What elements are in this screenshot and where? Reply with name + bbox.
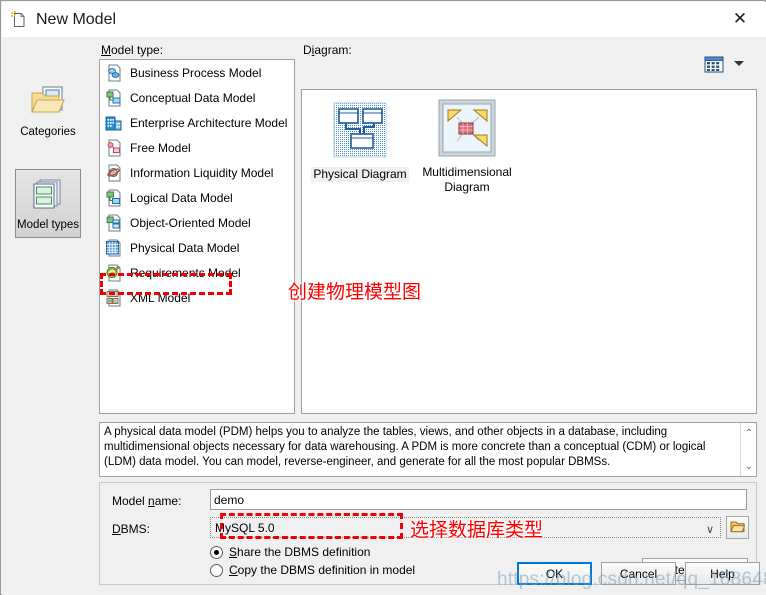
chevron-down-icon[interactable] [734,61,744,66]
model-type-item-label: Enterprise Architecture Model [130,115,288,130]
conceptual-data-icon [105,89,123,107]
model-type-label: Model type: [101,43,164,57]
model-type-item-business-process[interactable]: Business Process Model [100,60,294,85]
model-type-item-label: Physical Data Model [130,240,240,255]
model-name-label: Model name: [112,494,182,508]
diagram-item-label: Physical Diagram [311,167,409,182]
description-box: A physical data model (PDM) helps you to… [99,422,757,477]
scroll-up-icon[interactable]: ⌃ [741,425,757,441]
dbms-browse-button[interactable] [726,516,749,539]
model-type-item-conceptual-data[interactable]: Conceptual Data Model [100,85,294,110]
list-view-icon[interactable] [703,56,725,74]
object-oriented-icon [105,214,123,232]
radio-label: Copy the DBMS definition in model [229,563,416,577]
ok-button[interactable]: OK [517,562,592,585]
model-type-item-xml[interactable]: X M L XML Model [100,285,294,310]
requirements-icon [105,264,123,282]
new-document-icon [10,10,28,29]
help-button[interactable]: Help [685,562,760,585]
model-type-item-label: Conceptual Data Model [130,90,256,105]
free-model-icon [105,139,123,157]
title-bar: New Model ✕ [2,2,766,37]
dbms-selected-value: MySQL 5.0 [215,521,275,535]
folder-documents-icon [26,83,70,123]
model-type-item-requirements[interactable]: Requirements Model [100,260,294,285]
dialog-body: Categories Model types Model type: Diagr… [2,37,766,595]
category-rail: Categories Model types [2,37,95,557]
model-type-item-free-model[interactable]: Free Model [100,135,294,160]
model-type-item-label: Information Liquidity Model [130,165,274,180]
radio-label: Share the DBMS definition [229,545,371,559]
radio-copy-dbms-definition[interactable]: Copy the DBMS definition in model [210,563,415,577]
xml-model-icon: X M L [105,289,123,307]
dbms-label: DBMS: [112,522,151,536]
diagram-panel: Physical Diagram Multidimensional Diagra… [301,89,757,414]
information-liquidity-icon [105,164,123,182]
model-type-item-information-liquidity[interactable]: Information Liquidity Model [100,160,294,185]
model-type-item-physical-data[interactable]: Physical Data Model [100,235,294,260]
page-title: New Model [36,10,117,28]
model-type-item-label: Object-Oriented Model [130,215,251,230]
model-type-item-label: Business Process Model [130,65,262,80]
model-type-item-label: Free Model [130,140,191,155]
model-name-input[interactable] [210,489,747,510]
dbms-combo[interactable]: MySQL 5.0 ∨ [210,517,721,538]
diagram-item-multidimensional[interactable]: Multidimensional Diagram [413,97,521,195]
diagram-item-label: Multidimensional Diagram [422,165,512,194]
rail-item-label: Model types [16,219,79,231]
radio-indicator [210,545,223,559]
logical-data-icon [105,189,123,207]
stacked-windows-icon [26,176,70,216]
rail-item-model-types[interactable]: Model types [15,169,81,238]
radio-indicator [210,563,223,577]
enterprise-architecture-icon [105,114,123,132]
rail-item-categories[interactable]: Categories [15,83,81,139]
new-model-dialog: New Model ✕ Categories Model types Model… [0,0,766,595]
rail-item-label: Categories [20,126,76,138]
model-type-list[interactable]: Business Process Model Conceptual Data M… [99,59,295,414]
chevron-down-icon[interactable]: ∨ [703,522,717,536]
multidimensional-diagram-thumb [435,97,499,161]
model-type-item-enterprise-architecture[interactable]: Enterprise Architecture Model [100,110,294,135]
radio-share-dbms-definition[interactable]: Share the DBMS definition [210,545,370,559]
scroll-down-icon[interactable]: ⌄ [741,458,757,474]
description-scrollbar[interactable]: ⌃ ⌄ [740,423,756,476]
diagram-label: Diagram: [303,43,352,57]
description-text: A physical data model (PDM) helps you to… [104,426,706,468]
cancel-button[interactable]: Cancel [601,562,676,585]
physical-diagram-thumb [328,99,392,163]
model-type-item-label: Requirements Model [130,265,241,280]
model-type-item-label: Logical Data Model [130,190,233,205]
business-process-icon [105,64,123,82]
model-type-item-logical-data[interactable]: Logical Data Model [100,185,294,210]
diagram-item-physical[interactable]: Physical Diagram [306,99,414,182]
physical-data-icon [105,239,123,257]
folder-open-icon [730,520,746,536]
model-type-item-label: XML Model [130,290,191,305]
model-type-item-object-oriented[interactable]: Object-Oriented Model [100,210,294,235]
close-button[interactable]: ✕ [718,4,762,34]
